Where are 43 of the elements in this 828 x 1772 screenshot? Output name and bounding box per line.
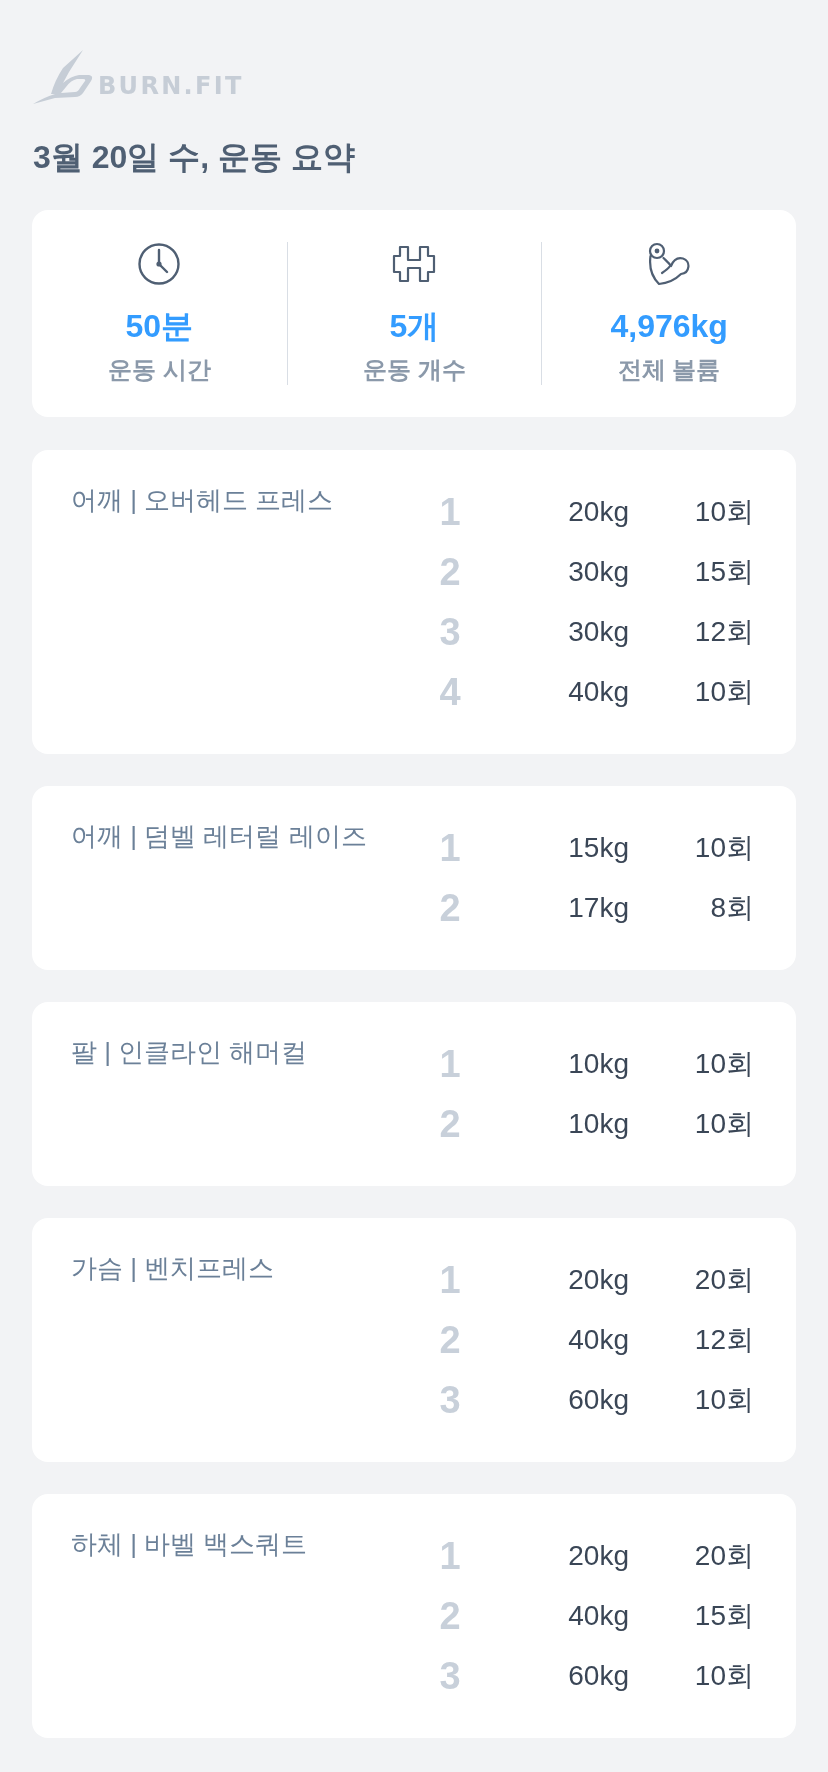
- set-weight: 20kg: [568, 1539, 629, 1573]
- set-weight: 20kg: [568, 1263, 629, 1297]
- set-reps: 10회: [694, 1383, 754, 1417]
- set-weight: 30kg: [568, 615, 629, 649]
- exercise-name: 팔 | 인클라인 해머컬: [71, 1036, 308, 1068]
- set-weight: 30kg: [568, 555, 629, 589]
- set-reps: 20회: [694, 1539, 754, 1573]
- set-reps: 10회: [694, 1659, 754, 1693]
- stat-label: 전체 볼륨: [617, 355, 721, 385]
- set-weight: 10kg: [568, 1107, 629, 1141]
- set-weight: 40kg: [568, 1599, 629, 1633]
- set-weight: 15kg: [568, 831, 629, 865]
- exercise-name: 하체 | 바벨 백스쿼트: [71, 1528, 308, 1560]
- stat-value: 50분: [125, 307, 194, 345]
- set-reps: 10회: [694, 831, 754, 865]
- set-weight: 60kg: [568, 1383, 629, 1417]
- exercise-name: 어깨 | 덤벨 레터럴 레이즈: [71, 820, 367, 852]
- flexed-arm-icon: [647, 242, 692, 286]
- set-weight: 20kg: [568, 495, 629, 529]
- set-weight: 10kg: [568, 1047, 629, 1081]
- set-reps: 8회: [710, 891, 754, 925]
- set-reps: 12회: [694, 1323, 754, 1357]
- stat-value: 4,976kg: [610, 307, 728, 345]
- set-weight: 17kg: [568, 891, 629, 925]
- exercise-name: 가슴 | 벤치프레스: [71, 1252, 275, 1284]
- stat-label: 운동 시간: [108, 355, 211, 385]
- set-reps: 20회: [694, 1263, 754, 1297]
- set-reps: 12회: [694, 615, 754, 649]
- set-reps: 10회: [694, 1047, 754, 1081]
- set-weight: 40kg: [568, 675, 629, 709]
- set-reps: 10회: [694, 1107, 754, 1141]
- set-reps: 15회: [694, 555, 754, 589]
- set-reps: 10회: [694, 675, 754, 709]
- set-reps: 15회: [694, 1599, 754, 1633]
- clock-icon: [137, 242, 182, 286]
- page-title: 3월 20일 수, 운동 요약: [32, 138, 356, 177]
- stat-label: 운동 개수: [363, 355, 466, 385]
- logo-icon: [33, 50, 93, 104]
- set-weight: 40kg: [568, 1323, 629, 1357]
- set-reps: 10회: [694, 495, 754, 529]
- set-weight: 60kg: [568, 1659, 629, 1693]
- stat-value: 5개: [389, 307, 440, 345]
- exercise-name: 어깨 | 오버헤드 프레스: [71, 484, 334, 516]
